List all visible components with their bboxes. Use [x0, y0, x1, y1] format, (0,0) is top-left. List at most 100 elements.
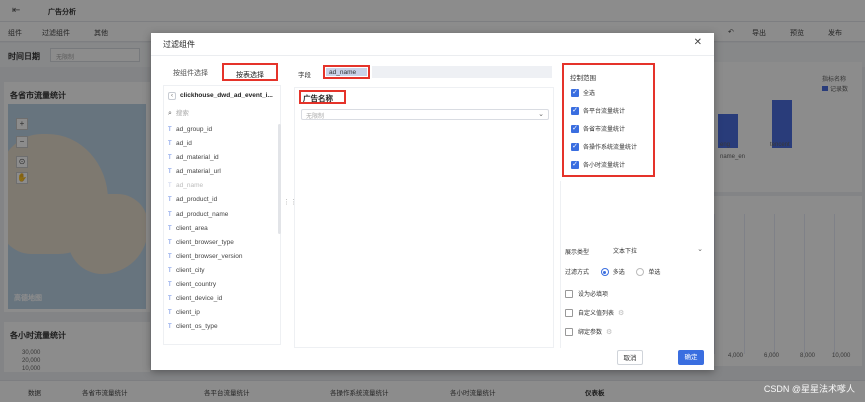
field-name: client_country [176, 281, 217, 289]
divider [151, 55, 714, 56]
scope-checkbox-all[interactable]: ✓ 全选 [571, 88, 595, 98]
text-type-icon: T [168, 127, 172, 133]
checkbox-checked-icon: ✓ [571, 89, 579, 98]
field-item[interactable]: Tclient_os_type [168, 323, 276, 337]
radio-unchecked-icon [636, 268, 645, 277]
checkbox-unchecked-icon [565, 309, 573, 318]
field-item[interactable]: Tad_product_id [168, 196, 276, 210]
field-name: client_city [176, 266, 205, 274]
filter-mode-row: 过滤方式 多选 单选 [565, 267, 661, 277]
field-item[interactable]: Tad_group_id [168, 126, 276, 140]
checkbox-label: 各操作系统流量统计 [583, 145, 638, 151]
tab-by-component[interactable]: 按组件选择 [163, 63, 218, 81]
field-name: ad_product_name [176, 210, 229, 218]
field-name: client_browser_version [176, 252, 243, 260]
field-item[interactable]: Tclient_browser_version [168, 253, 276, 267]
checkbox-label: 各小时流量统计 [583, 163, 626, 169]
field-item[interactable]: Tad_material_url [168, 168, 276, 182]
field-search-input[interactable]: ⌕ 搜索 [168, 107, 278, 119]
checkbox-checked-icon: ✓ [571, 125, 579, 134]
display-type-value: 文本下拉 [613, 249, 638, 255]
chevron-left-icon[interactable]: ‹ [168, 92, 176, 100]
component-name-input[interactable]: 广告名称 [299, 90, 346, 104]
datasource-header: ‹ clickhouse_dwd_ad_event_i... [168, 92, 280, 100]
checkbox-checked-icon: ✓ [571, 107, 579, 116]
field-drop-zone[interactable] [372, 66, 552, 78]
text-type-icon: T [168, 141, 172, 148]
field-name: client_browser_type [176, 238, 234, 246]
scope-settings-panel: 控制范围 ✓ 全选 ✓ 各平台流量统计 ✓ 各省市流量统计 ✓ 各操作系统流量统计 ✓ 各… [560, 63, 705, 348]
option-bind-param[interactable]: 绑定参数 ⚙ [565, 327, 612, 337]
option-label: 设为必填项 [578, 292, 609, 298]
selected-field-chip[interactable]: ad_name [323, 65, 370, 79]
field-item[interactable]: Tad_id [168, 140, 276, 154]
field-name: client_area [176, 224, 208, 232]
chevron-down-icon: ⌄ [538, 111, 544, 118]
checkbox-unchecked-icon [565, 290, 573, 299]
scope-checkbox-province[interactable]: ✓ 各省市流量统计 [571, 124, 625, 134]
field-name: ad_material_url [176, 168, 221, 176]
text-type-icon: T [168, 267, 172, 274]
search-icon: ⌕ [168, 110, 172, 117]
text-type-icon: T [168, 310, 172, 317]
radio-label: 单选 [648, 270, 661, 276]
text-type-icon: T [168, 155, 172, 162]
chevron-down-icon: ⌄ [697, 246, 703, 253]
cancel-button[interactable]: 取消 [617, 350, 643, 365]
field-item[interactable]: Tclient_area [168, 225, 276, 239]
display-type-select[interactable]: 文本下拉 ⌄ [613, 245, 705, 256]
confirm-button[interactable]: 确定 [678, 350, 704, 365]
gear-icon[interactable]: ⚙ [606, 328, 612, 336]
field-item[interactable]: Tclient_country [168, 281, 276, 295]
table-field-list: ‹ clickhouse_dwd_ad_event_i... ⌕ 搜索 Tad_gr… [163, 85, 281, 345]
scrollbar[interactable] [278, 124, 281, 234]
display-type-label: 展示类型 [565, 250, 590, 256]
control-scope-title: 控制范围 [570, 75, 596, 82]
checkbox-label: 各平台流量统计 [583, 109, 626, 115]
text-type-icon: T [168, 282, 172, 289]
select-placeholder: 无限制 [306, 114, 325, 120]
search-placeholder: 搜索 [175, 110, 189, 117]
checkbox-checked-icon: ✓ [571, 143, 579, 152]
selected-field-name: ad_name [326, 68, 367, 76]
scope-checkbox-os[interactable]: ✓ 各操作系统流量统计 [571, 142, 637, 152]
scope-checkbox-platform[interactable]: ✓ 各平台流量统计 [571, 106, 625, 116]
close-icon[interactable]: ✕ [694, 37, 702, 48]
field-item[interactable]: Tad_material_id [168, 154, 276, 168]
field-name: ad_product_id [176, 196, 218, 204]
display-type-row: 展示类型 文本下拉 ⌄ [565, 246, 703, 256]
component-config-panel: 字段 ad_name 广告名称 无限制 ⌄ [294, 63, 554, 348]
gear-icon[interactable]: ⚙ [618, 309, 624, 317]
field-name: client_device_id [176, 295, 223, 303]
text-type-icon: T [168, 296, 172, 303]
option-custom-list[interactable]: 自定义值列表 ⚙ [565, 308, 624, 318]
radio-single[interactable]: 单选 [636, 268, 661, 277]
field-item[interactable]: Tad_product_name [168, 211, 276, 225]
option-required[interactable]: 设为必填项 [565, 289, 609, 299]
checkbox-label: 全选 [583, 91, 596, 97]
field-name: ad_material_id [176, 154, 219, 162]
text-type-icon: T [168, 211, 172, 218]
radio-checked-icon [600, 268, 609, 277]
field-list: Tad_group_id Tad_id Tad_material_id Tad_mat… [168, 126, 276, 337]
field-item[interactable]: Tclient_city [168, 267, 276, 281]
tab-by-table[interactable]: 按表选择 [222, 63, 278, 81]
text-type-icon: T [168, 253, 172, 260]
option-label: 自定义值列表 [578, 311, 615, 317]
field-item[interactable]: Tclient_device_id [168, 295, 276, 309]
filter-component-dialog: 过滤组件 ✕ 按组件选择 按表选择 ‹ clickhouse_dwd_ad_eve… [151, 33, 714, 370]
field-name: ad_group_id [176, 126, 213, 133]
radio-multi[interactable]: 多选 [600, 268, 625, 277]
dialog-title: 过滤组件 [163, 40, 195, 49]
filter-value-select[interactable]: 无限制 ⌄ [301, 109, 549, 120]
watermark: CSDN @星星法术嗲人 [763, 384, 855, 394]
datasource-name: clickhouse_dwd_ad_event_i... [180, 92, 273, 99]
text-type-icon: T [168, 324, 172, 331]
field-item[interactable]: Tclient_ip [168, 309, 276, 323]
field-item[interactable]: Tad_name [168, 182, 276, 196]
text-type-icon: T [168, 197, 172, 204]
checkbox-checked-icon: ✓ [571, 161, 579, 170]
field-item[interactable]: Tclient_browser_type [168, 239, 276, 253]
field-name: client_ip [176, 309, 200, 317]
scope-checkbox-hour[interactable]: ✓ 各小时流量统计 [571, 160, 625, 170]
